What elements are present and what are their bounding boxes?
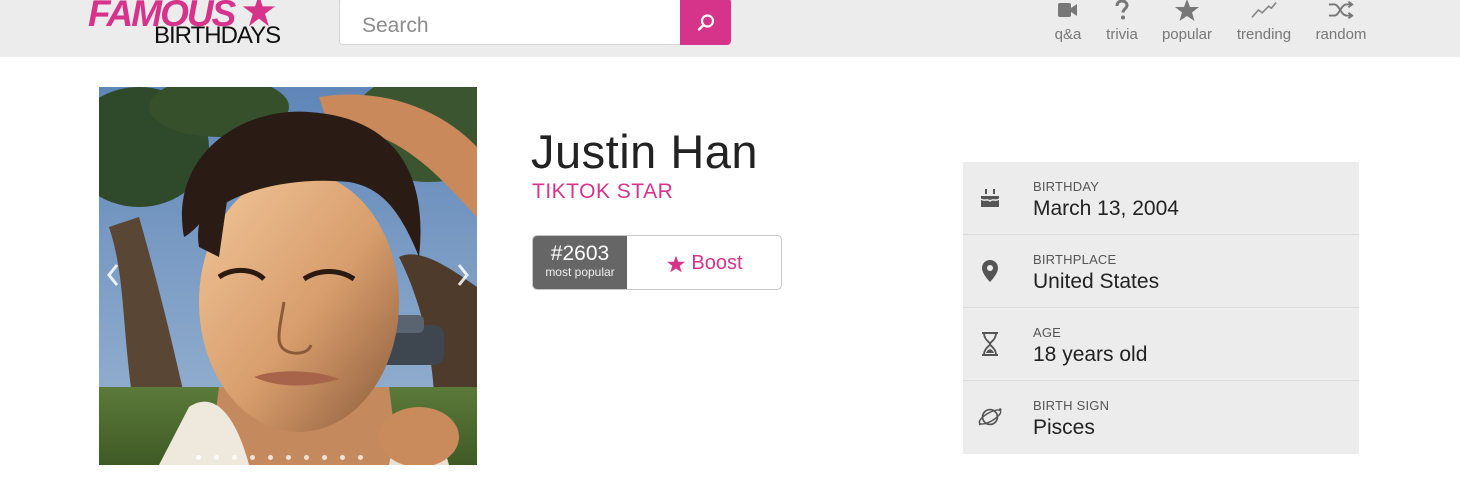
carousel-dot[interactable] [286, 455, 291, 460]
info-panel: BIRTHDAY March 13, 2004 BIRTHPLACE Unite… [963, 162, 1359, 454]
nav-label-popular: popular [1161, 26, 1213, 43]
carousel-dot[interactable] [250, 455, 255, 460]
nav-label-trivia: trivia [1106, 26, 1138, 43]
birthday-value[interactable]: March 13, 2004 [1033, 197, 1179, 221]
info-row-birthplace: BIRTHPLACE United States [963, 235, 1359, 308]
info-row-birthday: BIRTHDAY March 13, 2004 [963, 162, 1359, 235]
carousel-next-arrow[interactable] [455, 262, 471, 288]
birth-sign-value[interactable]: Pisces [1033, 416, 1095, 440]
info-row-age: AGE 18 years old [963, 308, 1359, 381]
nav-item-qa[interactable]: q&a [1048, 0, 1088, 50]
carousel-dot[interactable] [322, 455, 327, 460]
rank-number: #2603 [550, 242, 610, 265]
shuffle-icon [1328, 0, 1354, 20]
question-mark-icon [1109, 0, 1135, 20]
site-header: FAMOUS BIRTHDAYS q&a [0, 0, 1460, 57]
rank-caption: most popular [545, 265, 615, 279]
info-row-birth-sign: BIRTH SIGN Pisces [963, 381, 1359, 454]
carousel-dot[interactable] [196, 455, 201, 460]
carousel-prev-arrow[interactable] [105, 262, 121, 288]
carousel-dot[interactable] [268, 455, 273, 460]
profile-name: Justin Han [531, 125, 759, 178]
boost-label: Boost [691, 252, 743, 274]
birthplace-value[interactable]: United States [1033, 270, 1159, 294]
map-pin-icon [977, 257, 1003, 285]
nav-item-random[interactable]: random [1312, 0, 1370, 50]
age-value: 18 years old [1033, 343, 1148, 366]
nav-item-trivia[interactable]: trivia [1102, 0, 1142, 50]
logo-star-icon [242, 0, 275, 27]
boost-button[interactable]: Boost [627, 236, 781, 289]
boost-star-icon [667, 255, 686, 272]
profile-photo [99, 87, 477, 465]
nav-label-random: random [1315, 26, 1367, 43]
search-icon [697, 13, 714, 31]
carousel-dot[interactable] [340, 455, 345, 460]
carousel-dots [196, 455, 363, 461]
birth-sign-label: BIRTH SIGN [1033, 398, 1110, 413]
search-input[interactable] [339, 0, 681, 45]
cake-icon [977, 184, 1003, 212]
carousel-dot[interactable] [232, 455, 237, 460]
search-bar [339, 0, 731, 45]
profile-profession[interactable]: TIKTOK STAR [532, 180, 673, 204]
star-icon [1174, 0, 1200, 21]
age-label: AGE [1033, 325, 1062, 340]
trending-line-icon [1251, 0, 1277, 20]
birthday-label: BIRTHDAY [1033, 179, 1100, 194]
nav-label-trending: trending [1236, 26, 1292, 43]
planet-icon [977, 403, 1003, 431]
popularity-rank[interactable]: #2603 most popular [533, 236, 627, 289]
hourglass-icon [977, 330, 1003, 358]
nav-item-trending[interactable]: trending [1232, 0, 1296, 50]
nav-label-qa: q&a [1054, 26, 1082, 43]
rank-boost-widget: #2603 most popular Boost [532, 235, 782, 290]
carousel-dot[interactable] [358, 455, 363, 460]
carousel-dot[interactable] [304, 455, 309, 460]
search-button[interactable] [680, 0, 731, 45]
nav-item-popular[interactable]: popular [1158, 0, 1216, 50]
video-camera-icon [1055, 0, 1081, 20]
site-logo[interactable]: FAMOUS BIRTHDAYS [88, 0, 288, 50]
birthplace-label: BIRTHPLACE [1033, 252, 1117, 267]
carousel-dot[interactable] [214, 455, 219, 460]
